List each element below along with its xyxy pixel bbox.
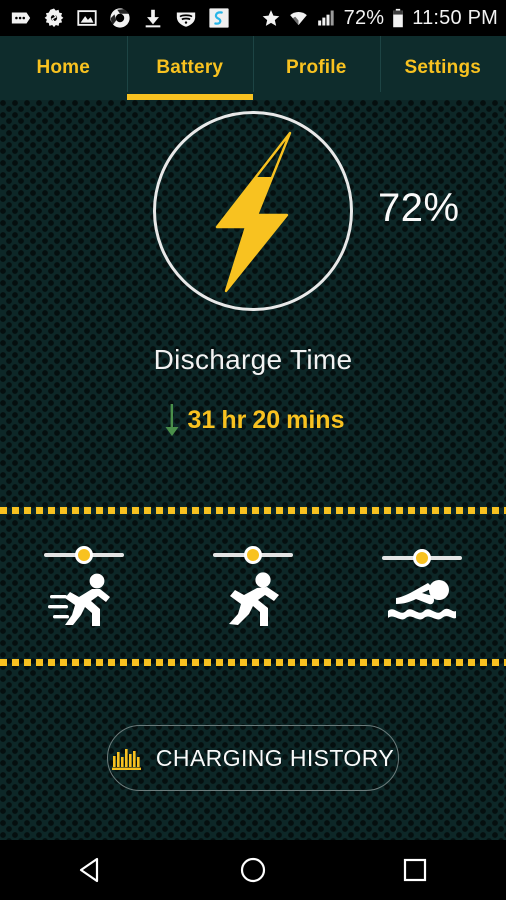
cellular-signal-icon xyxy=(317,10,334,26)
tab-home[interactable]: Home xyxy=(0,36,127,100)
discharge-minutes-unit: mins xyxy=(286,405,345,434)
running-person-icon xyxy=(229,571,279,626)
nav-back-button[interactable] xyxy=(36,840,146,900)
battery-gauge: 72% xyxy=(0,100,506,330)
discharge-minutes: 20 xyxy=(252,405,281,434)
back-triangle-icon xyxy=(79,857,99,883)
status-bar-right-icons: 72% 11:50 PM xyxy=(261,7,498,30)
home-circle-icon xyxy=(240,857,266,883)
tab-battery-label: Battery xyxy=(156,57,224,78)
activity-sprint-slider[interactable] xyxy=(44,545,125,564)
tab-home-label: Home xyxy=(36,57,91,78)
bar-chart-icon xyxy=(111,749,141,770)
android-nav-bar xyxy=(0,840,506,900)
divider-bottom xyxy=(0,659,506,666)
tab-settings-label: Settings xyxy=(404,57,482,78)
battery-percent-label: 72% xyxy=(378,186,460,230)
arrow-down-icon xyxy=(165,404,178,436)
tab-settings[interactable]: Settings xyxy=(379,36,506,100)
status-bar-left-icons xyxy=(10,7,230,29)
charging-history-label: CHARGING HISTORY xyxy=(155,744,395,771)
discharge-hours-unit: hr xyxy=(221,405,247,434)
app-root: 72% 11:50 PM Home Battery Profile Settin… xyxy=(0,0,506,900)
tab-bar: Home Battery Profile Settings xyxy=(0,36,506,100)
lightning-bolt-icon xyxy=(153,111,353,311)
discharge-time-title: Discharge Time xyxy=(153,344,353,375)
app-icon xyxy=(209,8,229,28)
tab-profile-label: Profile xyxy=(285,57,347,78)
status-bar-clock: 11:50 PM xyxy=(412,6,498,29)
nav-home-button[interactable] xyxy=(198,840,308,900)
star-icon xyxy=(262,10,279,26)
discharge-time-value: 31 hr 20 mins xyxy=(0,402,506,438)
status-battery-percent: 72% xyxy=(343,6,385,29)
battery-panel: 72% Discharge Time 31 hr 20 mins CHARGIN… xyxy=(0,100,506,840)
activity-sprint[interactable] xyxy=(0,514,169,659)
recents-square-icon xyxy=(403,858,427,882)
slider-knob[interactable] xyxy=(75,545,94,564)
slider-knob[interactable] xyxy=(412,548,431,567)
download-icon xyxy=(145,9,161,28)
activity-swim[interactable] xyxy=(337,514,506,659)
activity-run-slider[interactable] xyxy=(213,545,293,564)
status-bar: 72% 11:50 PM xyxy=(0,0,506,36)
settings-gear-icon xyxy=(44,8,64,28)
chrome-icon xyxy=(110,8,130,28)
discharge-hours: 31 xyxy=(187,405,216,434)
tab-profile[interactable]: Profile xyxy=(253,36,380,100)
tab-battery[interactable]: Battery xyxy=(126,36,254,100)
photo-icon xyxy=(77,10,97,26)
charging-history-button[interactable]: CHARGING HISTORY xyxy=(107,725,399,791)
sprinting-person-icon xyxy=(48,573,111,626)
wifi-icon xyxy=(289,11,307,26)
slider-knob[interactable] xyxy=(244,545,262,564)
divider-top xyxy=(0,507,506,514)
vpn-shield-icon xyxy=(176,12,196,27)
battery-icon xyxy=(393,8,404,27)
messages-icon xyxy=(11,12,31,24)
swimming-person-icon xyxy=(387,579,456,619)
nav-recents-button[interactable] xyxy=(360,840,470,900)
activity-swim-slider[interactable] xyxy=(381,548,462,567)
activity-run[interactable] xyxy=(169,514,338,659)
activity-profiles xyxy=(0,514,506,659)
